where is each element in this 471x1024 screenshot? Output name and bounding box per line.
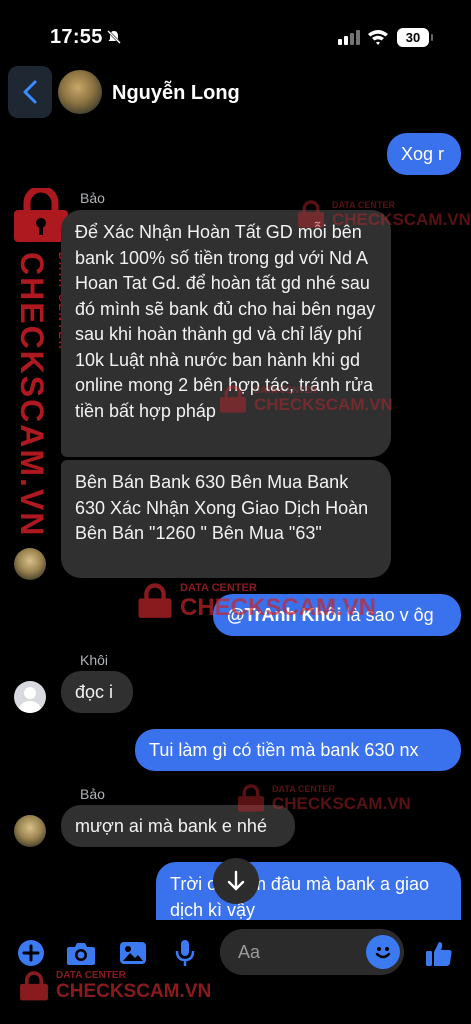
emoji-button[interactable]	[366, 935, 400, 969]
sender-name: Khôi	[80, 652, 109, 668]
battery-indicator: 30	[397, 28, 433, 47]
smiley-icon	[375, 947, 391, 959]
watermark-brand: CHECKSCAM.VN	[272, 794, 411, 813]
back-button[interactable]	[8, 66, 52, 118]
message-text: Xog r	[401, 144, 445, 164]
message-text: đọc i	[75, 682, 114, 702]
sender-avatar[interactable]	[14, 681, 46, 713]
chevron-left-icon	[23, 80, 37, 104]
conversation-header: Nguyễn Long	[0, 62, 471, 124]
message-incoming[interactable]: đọc i	[61, 671, 133, 713]
message-incoming[interactable]: Để Xác Nhận Hoàn Tất GD mỗi bên bank 100…	[61, 210, 391, 457]
message-outgoing[interactable]: Tui làm gì có tiền mà bank 630 nx	[135, 729, 461, 771]
arrow-down-icon	[227, 870, 245, 891]
message-text: mượn ai mà bank e nhé	[75, 816, 267, 836]
message-composer	[0, 920, 471, 990]
watermark-brand: CHECKSCAM.VN	[14, 252, 50, 538]
voice-button[interactable]	[170, 938, 200, 968]
watermark-tagline: DATA CENTER	[180, 582, 257, 594]
message-incoming[interactable]: mượn ai mà bank e nhé	[61, 805, 295, 847]
status-time: 17:55	[50, 26, 103, 48]
plus-circle-icon	[18, 940, 44, 966]
message-text: Trời ơi kiếm đâu mà bank a giao dịch kì …	[170, 874, 430, 920]
sender-name: Bảo	[80, 190, 105, 206]
microphone-icon	[175, 940, 195, 966]
sender-avatar[interactable]	[14, 548, 46, 580]
watermark-tagline: DATA CENTER	[332, 200, 395, 210]
signal-icon	[338, 30, 360, 45]
status-bar: 17:55 30	[0, 0, 471, 62]
message-text: Bên Bán Bank 630 Bên Mua Bank 630 Xác Nh…	[75, 472, 369, 543]
image-icon	[120, 942, 146, 964]
sender-avatar[interactable]	[14, 815, 46, 847]
mention-link[interactable]: @TrAnh Khôi	[227, 605, 342, 625]
message-outgoing[interactable]: @TrAnh Khôi là sao v ôg	[213, 594, 461, 636]
camera-button[interactable]	[66, 938, 96, 968]
wifi-icon	[368, 30, 388, 45]
message-text: Tui làm gì có tiền mà bank 630 nx	[149, 740, 419, 760]
camera-icon	[67, 943, 95, 965]
message-outgoing[interactable]: Xog r	[387, 133, 461, 175]
watermark-tagline: DATA CENTER	[272, 784, 335, 794]
message-text: Để Xác Nhận Hoàn Tất GD mỗi bên bank 100…	[75, 222, 376, 421]
contact-name[interactable]: Nguyễn Long	[112, 82, 240, 105]
message-text: là sao v ôg	[341, 605, 434, 625]
scroll-to-bottom-button[interactable]	[213, 858, 259, 904]
add-button[interactable]	[16, 938, 46, 968]
message-incoming[interactable]: Bên Bán Bank 630 Bên Mua Bank 630 Xác Nh…	[61, 460, 391, 578]
message-outgoing[interactable]: Trời ơi kiếm đâu mà bank a giao dịch kì …	[156, 862, 461, 920]
contact-avatar[interactable]	[58, 70, 102, 114]
lock-icon	[138, 583, 172, 618]
like-button[interactable]	[424, 938, 454, 968]
thumbs-up-icon	[426, 942, 452, 966]
bell-slash-icon	[107, 30, 121, 44]
sender-name: Bảo	[80, 786, 105, 802]
gallery-button[interactable]	[118, 938, 148, 968]
